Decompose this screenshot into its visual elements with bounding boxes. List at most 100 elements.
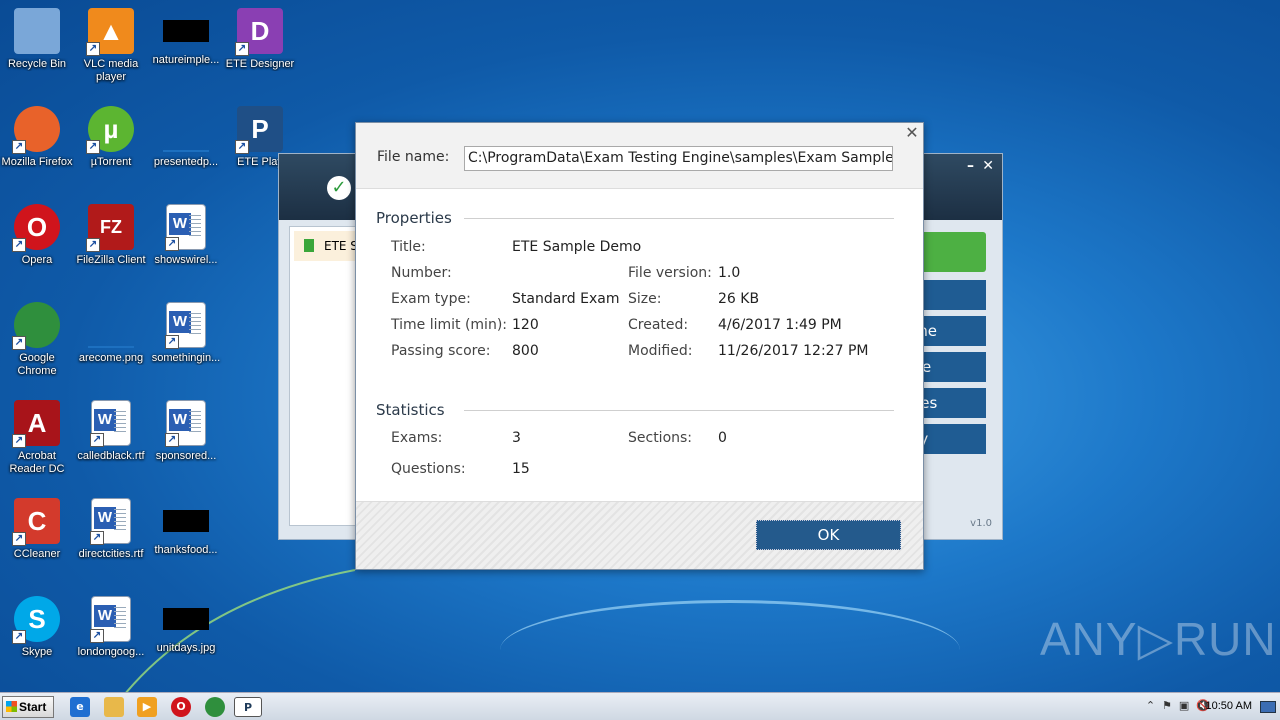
shortcut-arrow-icon: ↗ [90,433,104,447]
image-file-icon [88,302,134,348]
desktop-icon[interactable]: arecome.png [74,298,148,365]
exam-type-label: Exam type: [391,291,471,307]
word-doc-icon: ↗ [90,596,131,643]
shortcut-arrow-icon: ↗ [165,335,179,349]
shortcut-arrow-icon: ↗ [86,42,100,56]
desktop-icon[interactable]: thanksfood... [149,494,223,557]
start-button[interactable]: Start [2,696,54,718]
ete-player-icon: P ↗ [235,106,283,154]
shortcut-arrow-icon: ↗ [12,630,26,644]
skype-icon: S ↗ [12,596,60,644]
opera-icon[interactable]: O [171,697,191,717]
desktop-icon[interactable]: µ ↗ µTorrent [74,102,148,169]
desktop-icon[interactable]: ↗ Google Chrome [0,298,74,378]
shortcut-arrow-icon: ↗ [165,237,179,251]
desktop-icon-label: CCleaner [13,548,61,560]
desktop-icon-label: showswirel... [154,254,218,266]
ete-logo-icon: ✓ [327,176,351,200]
opera-icon: O ↗ [12,204,60,252]
shortcut-arrow-icon: ↗ [12,140,26,154]
time-limit-value: 120 [512,317,539,333]
taskbar: Start e ▶ O P ⌃ ⚑ ▣ 🔇 10:50 AM [0,692,1280,720]
desktop-icon[interactable]: ↗ Mozilla Firefox [0,102,74,169]
desktop-icon-label: FileZilla Client [76,254,146,266]
dialog-footer: OK [356,501,923,569]
shortcut-arrow-icon: ↗ [12,238,26,252]
desktop-icon[interactable]: ↗ sponsored... [149,396,223,463]
desktop-icon[interactable]: S ↗ Skype [0,592,74,659]
desktop-icon[interactable]: presentedp... [149,102,223,169]
desktop-icon[interactable]: natureimple... [149,4,223,67]
size-label: Size: [628,291,662,307]
exams-label: Exams: [391,430,443,446]
shortcut-arrow-icon: ↗ [235,42,249,56]
properties-dialog: File name: C:\ProgramData\Exam Testing E… [355,122,924,570]
desktop-icon[interactable]: C ↗ CCleaner [0,494,74,561]
statistics-divider [464,410,894,411]
close-icon[interactable]: ✕ [904,123,920,142]
shortcut-arrow-icon: ↗ [86,140,100,154]
statistics-header: Statistics [376,401,445,419]
ok-button[interactable]: OK [756,520,901,550]
desktop-icon[interactable]: O ↗ Opera [0,200,74,267]
media-player-icon[interactable]: ▶ [137,697,157,717]
close-icon[interactable]: ✕ [982,158,994,174]
file-version-label: File version: [628,265,712,281]
desktop-icon-label: arecome.png [78,352,144,364]
shortcut-arrow-icon: ↗ [12,532,26,546]
system-tray[interactable]: ⌃ ⚑ ▣ 🔇 [1146,699,1210,712]
desktop-icon-label: Recycle Bin [7,58,67,70]
desktop-icon-label: sponsored... [155,450,217,462]
desktop-icon[interactable]: FZ ↗ FileZilla Client [74,200,148,267]
desktop-icon-label: Opera [21,254,53,266]
vlc-icon: ▲ ↗ [86,8,134,56]
file-icon [163,106,209,152]
redacted-file-icon [163,510,209,532]
desktop-icon-label: thanksfood... [154,544,218,556]
clock[interactable]: 10:50 AM [1206,700,1252,712]
desktop-icon[interactable]: ↗ somethingin... [149,298,223,365]
exams-value: 3 [512,430,521,446]
utorrent-icon: µ ↗ [86,106,134,154]
desktop-icon[interactable]: Recycle Bin [0,4,74,71]
redacted-file-icon [163,608,209,630]
desktop-icon-label: calledblack.rtf [77,450,145,462]
show-desktop-icon[interactable] [1260,701,1276,713]
passing-score-label: Passing score: [391,343,491,359]
watermark: ANY▷RUN [1040,613,1277,665]
ete-player-taskbar-icon[interactable]: P [234,697,262,717]
desktop-icon-label: µTorrent [90,156,132,168]
desktop-icon-label: somethingin... [151,352,221,364]
desktop-icon[interactable]: unitdays.jpg [149,592,223,655]
desktop-icon[interactable]: ↗ londongoog... [74,592,148,659]
redacted-file-icon [163,20,209,42]
filezilla-icon: FZ ↗ [86,204,134,252]
modified-value: 11/26/2017 12:27 PM [718,343,869,359]
word-doc-icon: ↗ [90,400,131,447]
chrome-icon[interactable] [205,697,225,717]
wallpaper-light [500,600,960,700]
word-doc-icon: ↗ [165,302,206,349]
desktop-icon[interactable]: ▲ ↗ VLC media player [74,4,148,84]
shortcut-arrow-icon: ↗ [12,336,26,350]
file-name-field[interactable]: C:\ProgramData\Exam Testing Engine\sampl… [464,146,893,171]
desktop-icon[interactable]: D ↗ ETE Designer [223,4,297,71]
desktop-icon-label: Mozilla Firefox [1,156,73,168]
desktop-icon[interactable]: ↗ showswirel... [149,200,223,267]
desktop-icon-label: natureimple... [152,54,220,66]
explorer-icon[interactable] [104,697,124,717]
chrome-icon: ↗ [12,302,60,350]
desktop-icon-label: Skype [21,646,53,658]
shortcut-arrow-icon: ↗ [90,531,104,545]
desktop-icon[interactable]: ↗ calledblack.rtf [74,396,148,463]
word-doc-icon: ↗ [90,498,131,545]
desktop-icon-label: VLC media player [83,58,139,83]
title-label: Title: [391,239,426,255]
desktop-icon[interactable]: A ↗ Acrobat Reader DC [0,396,74,476]
firefox-icon: ↗ [12,106,60,154]
desktop-icon[interactable]: ↗ directcities.rtf [74,494,148,561]
desktop-icon-label: directcities.rtf [78,548,144,560]
ie-icon[interactable]: e [70,697,90,717]
shortcut-arrow-icon: ↗ [90,629,104,643]
minimize-icon[interactable]: – [967,158,974,174]
